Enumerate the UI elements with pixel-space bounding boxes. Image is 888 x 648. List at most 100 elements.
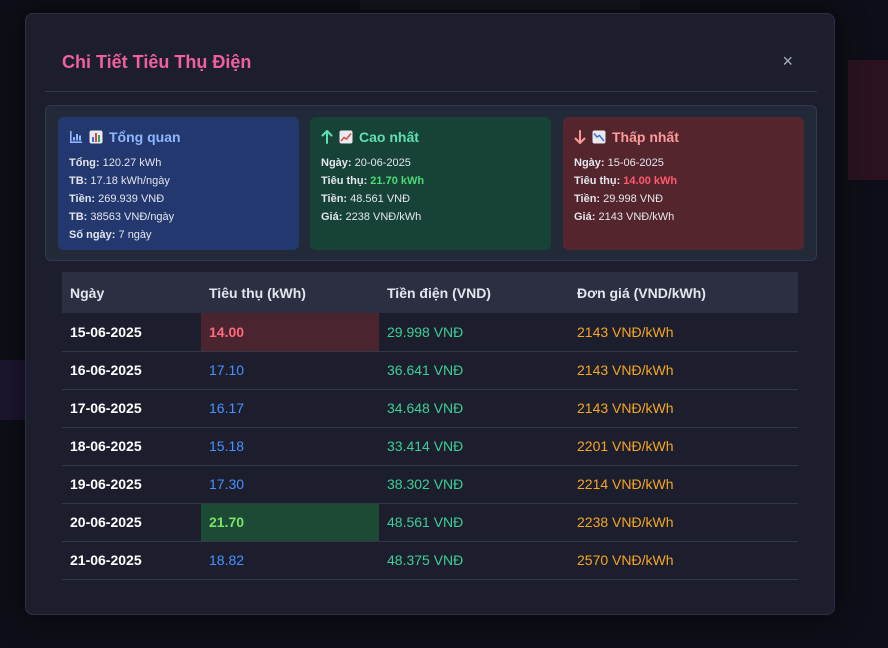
highest-card: Cao nhất Ngày: 20-06-2025 Tiêu thụ: 21.7… [310,117,551,250]
row-cost: 33.414 VNĐ [379,427,569,466]
row-usage: 17.30 [201,465,379,504]
overview-money-value: 269.939 VNĐ [98,193,165,205]
row-unit-price: 2201 VNĐ/kWh [569,427,798,466]
lowest-price: Giá: 2143 VNĐ/kWh [574,208,793,226]
highest-date-value: 20-06-2025 [354,157,411,169]
table-row: 19-06-2025 17.30 38.302 VNĐ 2214 VNĐ/kWh [62,465,798,504]
table-body: 15-06-2025 14.00 29.998 VNĐ 2143 VNĐ/kWh 16-… [62,313,798,580]
highest-usage-value: 21.70 kWh [370,175,425,187]
row-cost: 36.641 VNĐ [379,351,569,390]
lowest-card: Thấp nhất Ngày: 15-06-2025 Tiêu thụ: 14.… [563,117,804,250]
row-date: 19-06-2025 [62,465,201,504]
overview-card-title: Tổng quan [69,129,288,145]
highest-date: Ngày: 20-06-2025 [321,154,540,172]
header-unit-price: Đơn giá (VND/kWh) [569,272,798,313]
trend-up-icon [339,130,353,144]
row-date: 15-06-2025 [62,313,201,352]
overview-money: Tiền: 269.939 VNĐ [69,190,288,208]
row-unit-price: 2143 VNĐ/kWh [569,351,798,390]
row-cost: 29.998 VNĐ [379,313,569,352]
row-date: 17-06-2025 [62,389,201,428]
overview-average-money-label: TB: [69,211,88,223]
background-accent-right [848,60,888,180]
lowest-money-value: 29.998 VNĐ [603,193,664,205]
overview-days-value: 7 ngày [118,229,152,241]
row-date: 18-06-2025 [62,427,201,466]
bar-chart-icon [70,131,82,143]
row-unit-price: 2143 VNĐ/kWh [569,313,798,352]
background-accent-top [360,0,640,10]
highest-date-label: Ngày: [321,157,352,169]
lowest-usage: Tiêu thụ: 14.00 kWh [574,172,793,190]
lowest-price-label: Giá: [574,211,596,223]
table-row: 15-06-2025 14.00 29.998 VNĐ 2143 VNĐ/kWh [62,313,798,352]
row-cost: 34.648 VNĐ [379,389,569,428]
highest-price-label: Giá: [321,211,343,223]
chart-emoji-icon [89,130,103,144]
overview-average: TB: 17.18 kWh/ngày [69,172,288,190]
lowest-money: Tiền: 29.998 VNĐ [574,190,793,208]
overview-average-money: TB: 38563 VNĐ/ngày [69,208,288,226]
row-unit-price: 2214 VNĐ/kWh [569,465,798,504]
trend-down-icon [592,130,606,144]
highest-card-title: Cao nhất [321,129,540,145]
row-usage: 15.18 [201,427,379,466]
overview-money-label: Tiền: [69,193,96,205]
table-row: 18-06-2025 15.18 33.414 VNĐ 2201 VNĐ/kWh [62,427,798,466]
overview-average-value: 17.18 kWh/ngày [90,175,170,187]
arrow-down-icon [574,130,586,144]
row-cost: 48.561 VNĐ [379,503,569,542]
overview-average-label: TB: [69,175,88,187]
overview-average-money-value: 38563 VNĐ/ngày [90,211,175,223]
consumption-detail-modal: Chi Tiết Tiêu Thụ Điện × Tổng quan Tổng:… [25,13,835,615]
table-header-row: Ngày Tiêu thụ (kWh) Tiền điện (VND) Đơn … [62,272,798,313]
row-unit-price: 2570 VNĐ/kWh [569,541,798,580]
lowest-usage-label: Tiêu thụ: [574,175,621,187]
highest-price-value: 2238 VNĐ/kWh [345,211,422,223]
row-date: 21-06-2025 [62,541,201,580]
modal-header: Chi Tiết Tiêu Thụ Điện × [45,14,817,92]
overview-total: Tổng: 120.27 kWh [69,154,288,172]
row-date: 20-06-2025 [62,503,201,542]
lowest-title-label: Thấp nhất [612,129,679,145]
row-usage: 18.82 [201,541,379,580]
row-usage: 14.00 [201,313,379,352]
overview-total-value: 120.27 kWh [102,157,162,169]
row-usage: 17.10 [201,351,379,390]
overview-title-label: Tổng quan [109,129,181,145]
row-cost: 48.375 VNĐ [379,541,569,580]
highest-money-label: Tiền: [321,193,348,205]
header-date: Ngày [62,272,201,313]
highest-money: Tiền: 48.561 VNĐ [321,190,540,208]
overview-days-label: Số ngày: [69,229,116,241]
row-unit-price: 2238 VNĐ/kWh [569,503,798,542]
row-usage: 16.17 [201,389,379,428]
row-unit-price: 2143 VNĐ/kWh [569,389,798,428]
lowest-usage-value: 14.00 kWh [623,175,678,187]
modal-title: Chi Tiết Tiêu Thụ Điện [62,52,252,72]
header-cost: Tiền điện (VND) [379,272,569,313]
highest-money-value: 48.561 VNĐ [350,193,411,205]
consumption-table: Ngày Tiêu thụ (kWh) Tiền điện (VND) Đơn … [62,272,798,580]
lowest-money-label: Tiền: [574,193,601,205]
table-row: 21-06-2025 18.82 48.375 VNĐ 2570 VNĐ/kWh [62,541,798,580]
arrow-up-icon [321,130,333,144]
highest-title-label: Cao nhất [359,129,419,145]
lowest-date-value: 15-06-2025 [607,157,664,169]
overview-days: Số ngày: 7 ngày [69,226,288,244]
table-row: 20-06-2025 21.70 48.561 VNĐ 2238 VNĐ/kWh [62,503,798,542]
lowest-date: Ngày: 15-06-2025 [574,154,793,172]
lowest-card-title: Thấp nhất [574,129,793,145]
row-cost: 38.302 VNĐ [379,465,569,504]
overview-card: Tổng quan Tổng: 120.27 kWh TB: 17.18 kWh… [58,117,299,250]
close-button[interactable]: × [782,51,793,71]
header-usage: Tiêu thụ (kWh) [201,272,379,313]
lowest-price-value: 2143 VNĐ/kWh [598,211,675,223]
row-date: 16-06-2025 [62,351,201,390]
highest-usage-label: Tiêu thụ: [321,175,368,187]
table-row: 16-06-2025 17.10 36.641 VNĐ 2143 VNĐ/kWh [62,351,798,390]
highest-price: Giá: 2238 VNĐ/kWh [321,208,540,226]
highest-usage: Tiêu thụ: 21.70 kWh [321,172,540,190]
lowest-date-label: Ngày: [574,157,605,169]
overview-total-label: Tổng: [69,157,100,169]
